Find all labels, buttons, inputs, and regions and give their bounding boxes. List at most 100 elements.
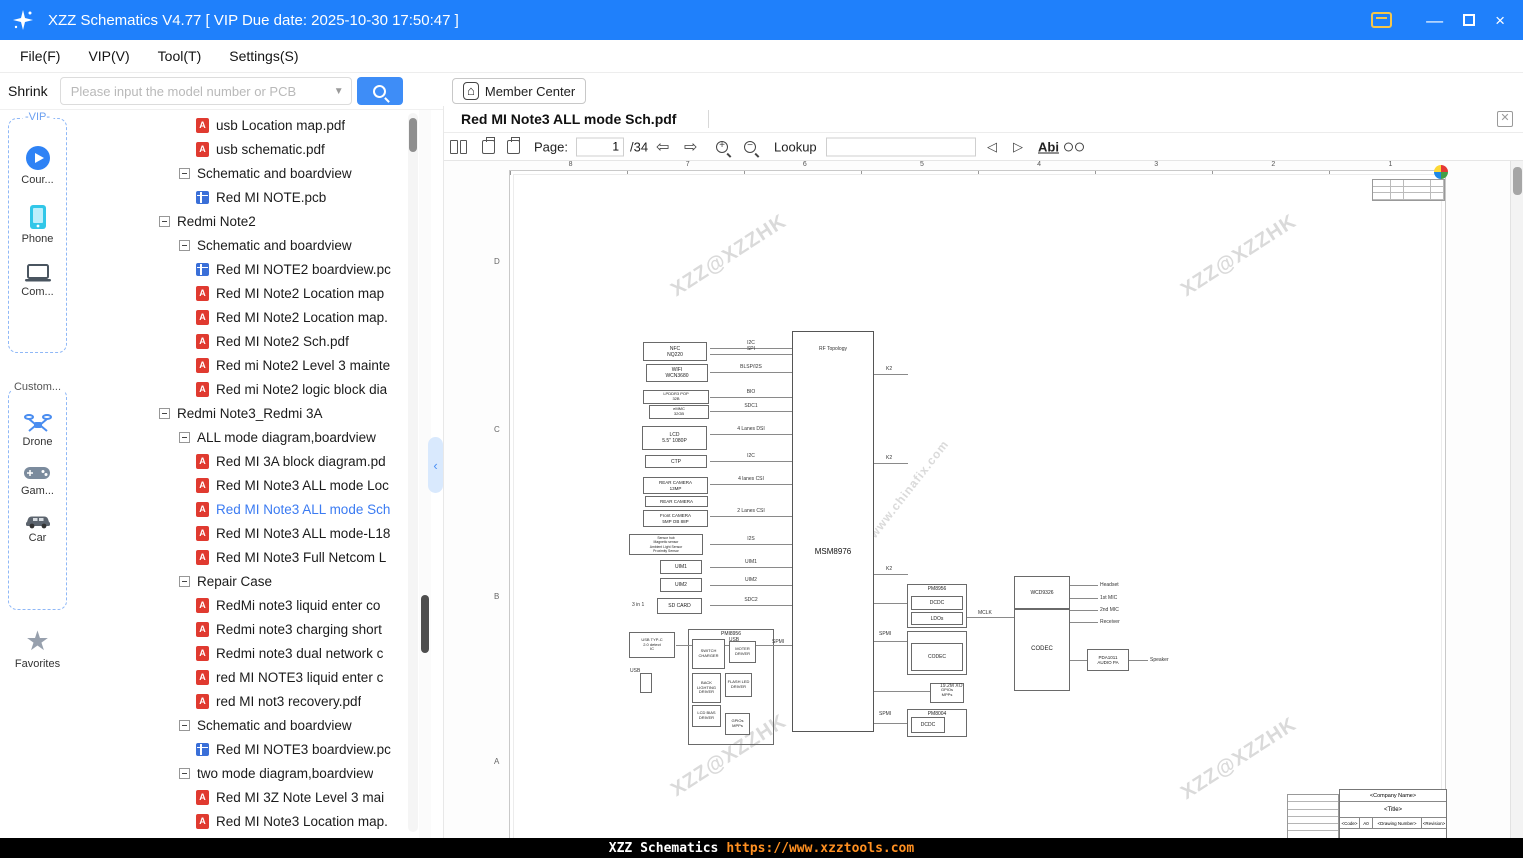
tree-file-row[interactable]: A Red mi Note2 Level 3 mainte xyxy=(75,353,443,377)
page-number-input[interactable] xyxy=(576,137,624,156)
tree-file-row[interactable]: Red MI NOTE.pcb xyxy=(75,185,443,209)
tree-folder-row[interactable]: Schematic and boardview xyxy=(75,713,443,737)
tree-scrollbar-thumb[interactable] xyxy=(409,118,417,152)
schematic-block: GPIOs MPPs xyxy=(725,713,750,735)
tree-file-row[interactable]: A Red MI Note3 Location map. xyxy=(75,809,443,833)
tree-file-row[interactable]: A Red MI 3Z Note Level 3 mai xyxy=(75,785,443,809)
bus-label: SDC1 xyxy=(744,403,758,409)
next-page-icon[interactable]: ⇨ xyxy=(684,137,697,157)
collapse-minus-icon[interactable] xyxy=(159,407,170,419)
tree-file-row[interactable]: A Redmi note3 charging short xyxy=(75,617,443,641)
tree-file-row[interactable]: A Red MI 3A block diagram.pd xyxy=(75,449,443,473)
collapse-minus-icon[interactable] xyxy=(179,239,190,251)
copy-page-icon[interactable] xyxy=(482,136,495,154)
output-line xyxy=(1070,585,1098,586)
tree-file-row[interactable]: Ausb schematic.pdf xyxy=(75,137,443,161)
tree-file-row[interactable]: A Red mi Note2 logic block dia xyxy=(75,377,443,401)
tree-file-row[interactable]: Ausb Location map.pdf xyxy=(75,113,443,137)
lookup-input[interactable] xyxy=(826,137,976,156)
pcb-file-icon xyxy=(196,190,209,204)
two-page-view-icon[interactable] xyxy=(450,139,467,154)
find-next-icon[interactable]: ▷ xyxy=(1013,139,1023,155)
pdf-file-icon: A xyxy=(196,309,209,325)
pdf-file-icon: A xyxy=(196,333,209,349)
binoculars-search-icon[interactable] xyxy=(1064,142,1084,151)
rail-item-computer[interactable]: Com... xyxy=(21,263,54,298)
panel-scrollbar-thumb[interactable] xyxy=(421,595,429,653)
menu-item-file[interactable]: File(F) xyxy=(6,48,74,64)
pdf-canvas-area[interactable]: D C B A <Company Name> <Title> <Code> A0 <D… xyxy=(444,161,1523,838)
zoom-out-icon[interactable] xyxy=(744,140,756,153)
collapse-minus-icon[interactable] xyxy=(179,431,190,443)
find-previous-icon[interactable]: ◁ xyxy=(987,139,997,155)
match-case-button[interactable]: Abi xyxy=(1038,139,1059,154)
rail-item-favorites[interactable]: ★ Favorites xyxy=(0,628,75,671)
minimize-button[interactable]: — xyxy=(1426,12,1443,29)
zoom-in-icon[interactable] xyxy=(716,140,728,153)
rail-item-course[interactable]: Cour... xyxy=(21,145,54,186)
sheet-index-cell xyxy=(1431,186,1444,194)
menu-item-vip[interactable]: VIP(V) xyxy=(74,48,143,64)
tree-folder-row[interactable]: Repair Case xyxy=(75,569,443,593)
status-url-link[interactable]: https://www.xzztools.com xyxy=(726,841,914,856)
shrink-button[interactable]: Shrink xyxy=(8,83,48,99)
tree-scrollbar[interactable] xyxy=(408,113,418,832)
tree-file-row[interactable]: A Red MI Note2 Sch.pdf xyxy=(75,329,443,353)
tree-file-row[interactable]: A Red MI Note2 Location map. xyxy=(75,305,443,329)
member-center-button[interactable]: ⌂ Member Center xyxy=(452,78,587,104)
previous-page-icon[interactable]: ⇦ xyxy=(656,137,669,157)
pdf-scrollbar-thumb[interactable] xyxy=(1513,167,1522,195)
schematic-label: 3 in 1 xyxy=(632,602,645,608)
tree-folder-row[interactable]: ALL mode diagram,boardview xyxy=(75,425,443,449)
collapse-minus-icon[interactable] xyxy=(179,767,190,779)
close-document-icon[interactable]: ✕ xyxy=(1497,111,1513,127)
bus-line xyxy=(710,544,792,545)
close-button[interactable]: × xyxy=(1495,12,1505,29)
drone-icon xyxy=(23,414,52,432)
tree-folder-row[interactable]: two mode diagram,boardview xyxy=(75,761,443,785)
titlebar: XZZ Schematics V4.77 [ VIP Due date: 202… xyxy=(0,0,1523,40)
menu-item-tool[interactable]: Tool(T) xyxy=(144,48,216,64)
tree-file-row[interactable]: Red MI NOTE3 boardview.pc xyxy=(75,737,443,761)
tree-folder-row[interactable]: Redmi Note2 xyxy=(75,209,443,233)
tree-folder-row[interactable]: Schematic and boardview xyxy=(75,233,443,257)
rail-item-car[interactable]: Car xyxy=(24,513,52,544)
rail-item-drone[interactable]: Drone xyxy=(23,413,52,448)
panel-collapse-handle[interactable]: ‹ xyxy=(428,437,443,493)
tree-file-row[interactable]: A Red MI Note2 Location map xyxy=(75,281,443,305)
tree-file-row[interactable]: A Redmi note3 dual network c xyxy=(75,641,443,665)
tree-file-row[interactable]: A Red MI Note3 Full Netcom L xyxy=(75,545,443,569)
snapshot-page-icon[interactable] xyxy=(507,136,520,154)
collapse-minus-icon[interactable] xyxy=(179,719,190,731)
zone-number: 5 xyxy=(919,161,924,168)
tree-file-row[interactable]: Red MI NOTE2 boardview.pc xyxy=(75,257,443,281)
sheet-index-cell xyxy=(1404,193,1431,200)
vip-card-icon[interactable] xyxy=(1371,12,1393,28)
collapse-minus-icon[interactable] xyxy=(179,167,190,179)
menu-item-settings[interactable]: Settings(S) xyxy=(215,48,312,64)
rail-item-phone[interactable]: Phone xyxy=(22,204,53,245)
chevron-down-icon[interactable]: ▼ xyxy=(334,86,344,97)
search-button[interactable] xyxy=(356,77,403,105)
sheet-index-cell xyxy=(1391,186,1404,194)
home-icon: ⌂ xyxy=(463,81,479,101)
bus-line xyxy=(710,354,792,355)
collapse-minus-icon[interactable] xyxy=(179,575,190,587)
tree-file-row[interactable]: Ared MI not3 recovery.pdf xyxy=(75,689,443,713)
laptop-icon xyxy=(24,264,51,282)
revision-history-table xyxy=(1287,794,1339,838)
tree-file-row[interactable]: A Red MI Note3 ALL mode-L18 xyxy=(75,521,443,545)
tree-file-row[interactable]: Ared MI NOTE3 liquid enter c xyxy=(75,665,443,689)
tree-file-row[interactable]: A Red MI Note3 ALL mode Sch xyxy=(75,497,443,521)
collapse-minus-icon[interactable] xyxy=(159,215,170,227)
tree-folder-row[interactable]: Redmi Note3_Redmi 3A xyxy=(75,401,443,425)
tree-file-row[interactable]: A Red MI Note3 ALL mode Loc xyxy=(75,473,443,497)
maximize-button[interactable] xyxy=(1463,14,1476,26)
rail-item-game[interactable]: Gam... xyxy=(21,464,54,497)
sheet-index-cell xyxy=(1404,186,1431,194)
model-search-input[interactable] xyxy=(60,83,351,99)
tree-folder-row[interactable]: Schematic and boardview xyxy=(75,161,443,185)
pdf-vertical-scrollbar[interactable] xyxy=(1510,161,1523,838)
tree-file-row[interactable]: A RedMi note3 liquid enter co xyxy=(75,593,443,617)
tab-document-title[interactable]: Red MI Note3 ALL mode Sch.pdf xyxy=(461,111,676,127)
